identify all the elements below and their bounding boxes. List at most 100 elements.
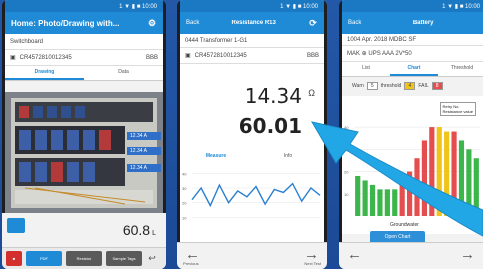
pdf-button[interactable]: PDF	[26, 251, 62, 266]
phone-photo-drawing: 1 ▼ ▮ ■ 10:00 Home: Photo/Drawing with..…	[2, 0, 166, 269]
bar[interactable]	[429, 127, 435, 216]
resistor-button[interactable]: Resistor	[66, 251, 102, 266]
bottom-nav: ← Previous → Next Test	[177, 242, 327, 269]
back-button[interactable]: Back	[186, 20, 199, 26]
bar[interactable]	[399, 184, 405, 216]
input-button[interactable]	[7, 218, 25, 233]
value-primary: 14.34	[244, 84, 302, 108]
bar[interactable]	[355, 176, 361, 216]
bar[interactable]	[436, 127, 442, 216]
phone-battery: 1 ▼ ▮ ■ 10:00 Back Battery 1004 Apr. 201…	[339, 0, 483, 269]
chart-legend: Retry No. Resistance value	[439, 102, 476, 116]
asset-id: CR4572810012345	[19, 54, 72, 61]
y-tick-label: 30	[344, 147, 349, 152]
fail-input[interactable]: 8	[431, 82, 443, 90]
bar[interactable]	[392, 189, 398, 216]
y-tick-label: 40	[182, 171, 187, 176]
y-tick-label: 10	[182, 215, 187, 220]
threshold-chips: Warn 5 threshold 4 FAIL 8	[342, 80, 483, 92]
app-bar: Back Battery	[342, 12, 483, 34]
tab-threshold[interactable]: Threshold	[438, 62, 483, 76]
delete-button[interactable]: ■	[6, 251, 22, 266]
app-bar: Home: Photo/Drawing with... ⚙	[5, 12, 163, 34]
reading-panel: 60.8 L ■ PDF Resistor Sample Tags ↩	[2, 213, 166, 269]
tab-chart[interactable]: Chart	[390, 62, 438, 76]
asset-id: CR4572810012345	[194, 52, 247, 59]
measure-label[interactable]: 12.34 A	[130, 133, 147, 139]
warn-input[interactable]: 5	[366, 82, 378, 90]
warn-label: Warn	[352, 83, 364, 89]
bar[interactable]	[406, 171, 413, 216]
bar[interactable]	[362, 180, 368, 216]
bar[interactable]	[473, 158, 479, 216]
threshold-label: threshold	[380, 83, 402, 89]
arrow-left-icon[interactable]: ←	[347, 246, 362, 263]
tab-bar: List Chart Threshold	[342, 62, 483, 77]
y-tick-label: 30	[182, 186, 187, 191]
value-panel: 14.34 Ω 60.01	[180, 64, 324, 150]
trend-graph: 40 30 20 10	[180, 158, 324, 242]
reading-value: 60.8 L	[122, 222, 156, 238]
bar[interactable]	[466, 149, 472, 216]
nav-next[interactable]: Next Test	[304, 261, 321, 266]
series-line	[191, 182, 321, 208]
y-tick-label: 20	[344, 170, 349, 175]
y-tick-label: 20	[182, 201, 187, 206]
bar[interactable]	[421, 140, 428, 216]
measure-label[interactable]: 12.34 A	[130, 148, 147, 154]
section-label: Switchboard	[10, 38, 44, 45]
asset-badge: BBB	[306, 52, 319, 59]
bar[interactable]	[384, 189, 390, 216]
device-label: 0444 Transformer 1-G1	[185, 37, 248, 44]
bar[interactable]	[458, 140, 465, 216]
fail-label: FAIL	[418, 83, 429, 89]
button-bar: ■ PDF Resistor Sample Tags ↩	[2, 247, 166, 269]
bottom-nav: ← →	[339, 242, 483, 269]
unit-row: MAK ⊕ UPS AAA 2V*50	[342, 46, 483, 62]
bar[interactable]	[414, 158, 420, 216]
arrow-right-icon[interactable]: →	[460, 246, 475, 263]
tag-icon: ▣	[10, 55, 16, 61]
asset-badge: BBB	[145, 54, 158, 61]
asset-row[interactable]: ▣ CR4572810012345 BBB	[5, 50, 163, 66]
line-chart: 40 30 20 10	[182, 171, 321, 220]
x-axis-label: Groundwater	[390, 222, 419, 228]
y-tick-label: 10	[344, 192, 349, 197]
tab-data[interactable]: Data	[84, 66, 163, 80]
back-button[interactable]: Back	[348, 20, 361, 26]
nav-previous[interactable]: Previous	[183, 261, 199, 266]
sample-tags-button[interactable]: Sample Tags	[106, 251, 142, 266]
asset-row[interactable]: ▣ CR4572810012345 BBB	[180, 48, 324, 64]
status-bar: 1 ▼ ▮ ■ 10:00	[180, 0, 324, 12]
legend-entry: Resistance value	[442, 109, 473, 114]
ohm-icon: Ω	[308, 88, 315, 98]
page-title: Resistance R13	[231, 20, 276, 26]
refresh-icon[interactable]: ⟳	[308, 18, 318, 28]
next-icon[interactable]: ↩	[146, 251, 158, 266]
tab-list[interactable]: List	[342, 62, 390, 76]
header-row: 1004 Apr. 2018 MDBC SF	[342, 34, 483, 46]
bar[interactable]	[444, 131, 450, 216]
sub-line: MAK ⊕ UPS AAA 2V*50	[347, 51, 412, 57]
value-secondary: 60.01	[238, 114, 302, 138]
phone-resistance: 1 ▼ ▮ ■ 10:00 Back Resistance R13 ⟳ 0444…	[177, 0, 327, 269]
device-row: 0444 Transformer 1-G1	[180, 34, 324, 48]
bar[interactable]	[451, 131, 457, 216]
header-line: 1004 Apr. 2018 MDBC SF	[347, 36, 417, 43]
page-title: Home: Photo/Drawing with...	[11, 18, 120, 28]
tab-drawing[interactable]: Drawing	[5, 66, 84, 80]
page-title: Battery	[412, 20, 434, 26]
trash-icon: ■	[12, 256, 16, 261]
section-row: Switchboard	[5, 34, 163, 50]
measure-label[interactable]: 12.34 A	[130, 165, 147, 171]
status-bar: 1 ▼ ▮ ■ 10:00	[342, 0, 483, 12]
gear-icon[interactable]: ⚙	[147, 18, 157, 28]
app-bar: Back Resistance R13 ⟳	[180, 12, 324, 34]
bar[interactable]	[369, 184, 376, 216]
threshold-input[interactable]: 4	[404, 82, 416, 90]
bar[interactable]	[377, 189, 383, 216]
bar-chart: 40 30 20 10	[344, 125, 480, 216]
status-bar: 1 ▼ ▮ ■ 10:00	[5, 0, 163, 12]
tab-bar: Drawing Data	[5, 66, 163, 81]
switchboard-photo[interactable]: 12.34 A 12.34 A 12.34 A	[5, 92, 163, 214]
